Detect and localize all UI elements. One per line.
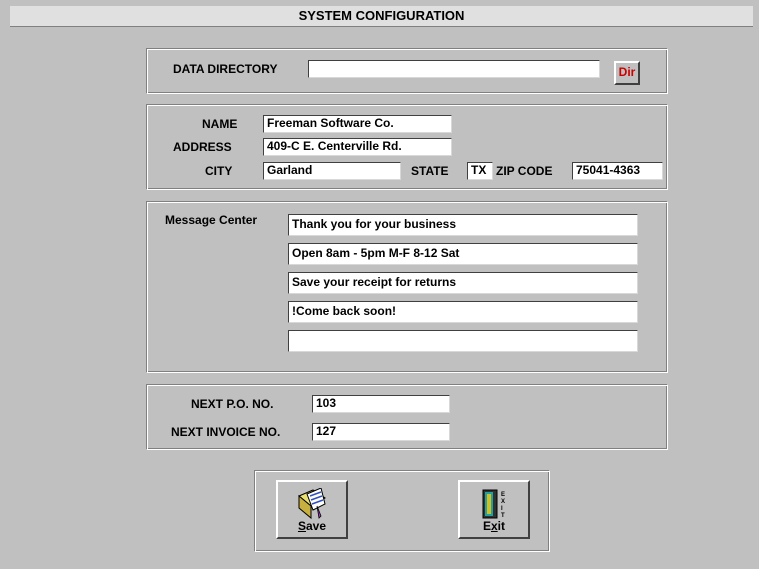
window-title: SYSTEM CONFIGURATION [298, 8, 465, 23]
save-label: Save [297, 519, 327, 533]
message-line-4[interactable]: !Come back soon! [288, 301, 638, 323]
zip-code-label: ZIP CODE [496, 164, 553, 178]
next-po-field[interactable]: 103 [312, 395, 450, 413]
exit-button[interactable]: E X I T Exit [458, 480, 530, 539]
company-info-panel: NAME Freeman Software Co. ADDRESS 409-C … [146, 104, 668, 190]
message-line-1[interactable]: Thank you for your business [288, 214, 638, 236]
exit-label: Exit [482, 519, 506, 533]
title-bar: SYSTEM CONFIGURATION [10, 6, 753, 27]
next-invoice-label: NEXT INVOICE NO. [171, 425, 281, 439]
next-po-label: NEXT P.O. NO. [191, 397, 274, 411]
dir-button[interactable]: Dir [614, 61, 640, 85]
action-buttons-panel: Save E X I T Exit [254, 470, 550, 552]
message-line-2[interactable]: Open 8am - 5pm M-F 8-12 Sat [288, 243, 638, 265]
exit-door-icon: E X I T [482, 489, 505, 519]
address-field[interactable]: 409-C E. Centerville Rd. [263, 138, 452, 156]
message-center-label: Message Center [165, 213, 258, 227]
city-field[interactable]: Garland [263, 162, 401, 180]
data-directory-label: DATA DIRECTORY [173, 62, 278, 76]
next-numbers-panel: NEXT P.O. NO. 103 NEXT INVOICE NO. 127 [146, 384, 668, 450]
address-label: ADDRESS [173, 140, 232, 154]
save-button[interactable]: Save [276, 480, 348, 539]
data-directory-panel: DATA DIRECTORY Dir [146, 48, 668, 94]
city-label: CITY [205, 164, 233, 178]
state-label: STATE [411, 164, 449, 178]
svg-text:I: I [501, 506, 503, 512]
message-line-5[interactable] [288, 330, 638, 352]
message-center-panel: Message Center Thank you for your busine… [146, 201, 668, 373]
state-field[interactable]: TX [467, 162, 493, 180]
name-label: NAME [202, 117, 238, 131]
svg-text:X: X [501, 499, 505, 505]
zip-code-field[interactable]: 75041-4363 [572, 162, 663, 180]
name-field[interactable]: Freeman Software Co. [263, 115, 452, 133]
next-invoice-field[interactable]: 127 [312, 423, 450, 441]
save-icon [298, 488, 326, 520]
message-line-3[interactable]: Save your receipt for returns [288, 272, 638, 294]
data-directory-input[interactable] [308, 60, 600, 78]
svg-text:E: E [501, 492, 505, 498]
